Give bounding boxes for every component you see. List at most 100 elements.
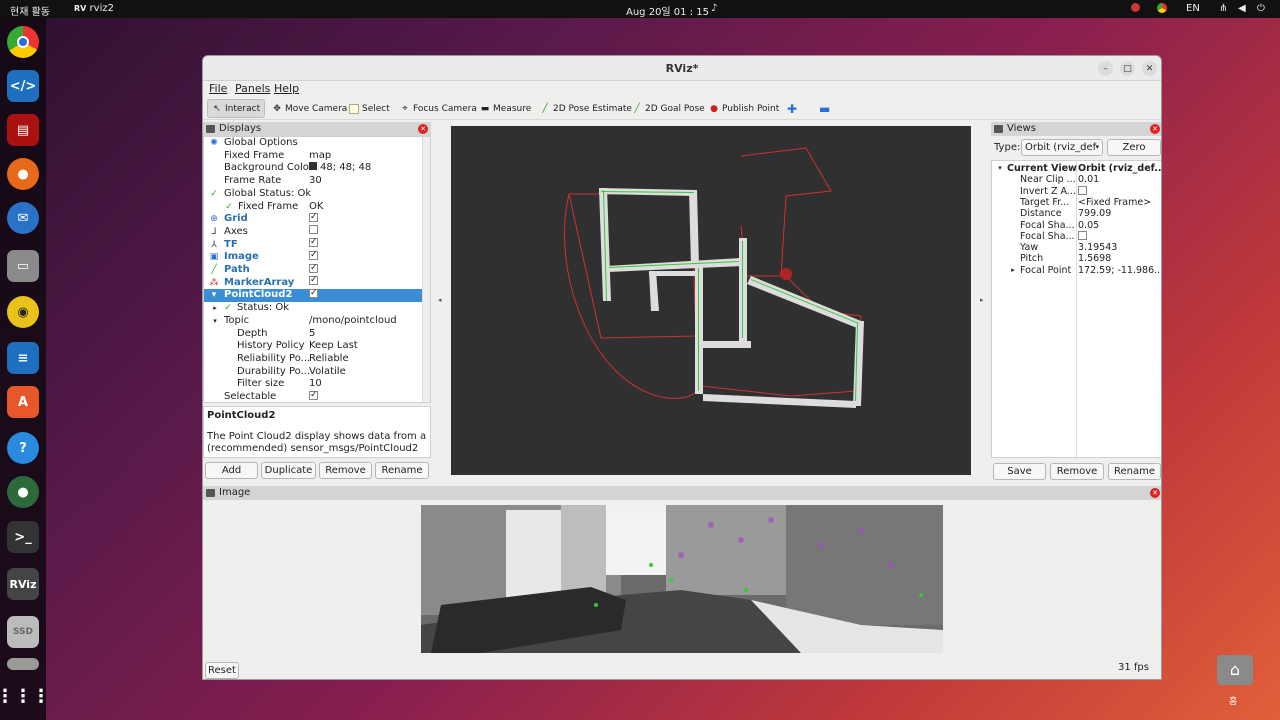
interact-tool[interactable]: ↖ Interact xyxy=(207,99,266,118)
measure-tool[interactable]: ▬ Measure xyxy=(476,99,535,118)
remove-view-button[interactable]: Remove xyxy=(1050,463,1104,480)
chrome-tray-icon[interactable] xyxy=(1157,3,1167,13)
home-folder-icon[interactable]: ⌂ xyxy=(1217,655,1253,685)
clock[interactable]: Aug 20일 01 : 15 xyxy=(626,3,709,18)
grid-checkbox[interactable] xyxy=(309,211,318,223)
record-indicator-icon[interactable] xyxy=(1131,3,1140,12)
views-row[interactable]: ▾ Current View Orbit (rviz_def... xyxy=(992,163,1161,174)
save-view-button[interactable]: Save xyxy=(993,463,1046,480)
reset-button[interactable]: Reset xyxy=(205,662,239,679)
tree-row[interactable]: Reliability Po... Reliable xyxy=(204,353,430,366)
views-row[interactable]: Pitch 1.5698 xyxy=(992,253,1161,264)
views-row[interactable]: Focal Sha... xyxy=(992,230,1161,242)
focus-camera-tool[interactable]: ⌖ Focus Camera xyxy=(396,99,481,118)
collapse-icon[interactable]: ▾ xyxy=(210,315,220,328)
collapse-right-icon[interactable]: ▸ xyxy=(980,296,984,304)
network-icon[interactable]: ⋔ xyxy=(1219,3,1227,14)
title-bar[interactable]: RViz* – □ ✕ xyxy=(203,56,1161,81)
drive-icon[interactable] xyxy=(7,658,39,670)
menu-file[interactable]: File xyxy=(209,82,227,95)
views-row[interactable]: Focal Sha... 0.05 xyxy=(992,220,1161,231)
invert-z-checkbox[interactable] xyxy=(1078,185,1087,195)
power-icon[interactable]: ⏻ xyxy=(1257,3,1265,14)
tree-row[interactable]: ▾ Topic/mono/pointcloud xyxy=(204,315,430,328)
tree-row[interactable]: Frame Rate 30 xyxy=(204,175,430,188)
expand-icon[interactable]: ▸ xyxy=(1008,265,1018,276)
rviz-icon[interactable]: RViz xyxy=(7,568,39,600)
image-checkbox[interactable] xyxy=(309,249,318,261)
publish-point-tool[interactable]: ● Publish Point xyxy=(705,99,783,118)
view-type-select[interactable]: Orbit (rviz_def ▾ xyxy=(1021,139,1103,156)
rhythmbox-icon[interactable]: ◉ xyxy=(7,296,39,328)
active-app-menu[interactable]: RV rviz2 xyxy=(74,3,114,14)
displays-scrollbar[interactable] xyxy=(422,137,430,402)
collapse-left-icon[interactable]: ◂ xyxy=(438,296,442,304)
add-tool-button[interactable]: ✚ xyxy=(783,99,801,118)
show-apps-icon[interactable]: ⋮⋮⋮ xyxy=(0,680,50,712)
expand-icon[interactable]: ▾ xyxy=(209,289,219,302)
views-row[interactable]: Invert Z A... xyxy=(992,185,1161,197)
input-language[interactable]: EN xyxy=(1186,3,1200,14)
axes-checkbox[interactable] xyxy=(309,225,318,235)
zero-button[interactable]: Zero xyxy=(1107,139,1161,156)
tree-row[interactable]: Depth 5 xyxy=(204,328,430,341)
activities-button[interactable]: 현재 활동 xyxy=(10,3,50,18)
help-icon[interactable]: ? xyxy=(7,432,39,464)
red-terminal-icon[interactable]: ▤ xyxy=(7,114,39,146)
thunderbird-icon[interactable]: ✉ xyxy=(7,202,39,234)
views-tree[interactable]: ▾ Current View Orbit (rviz_def... Near Cli… xyxy=(991,160,1161,458)
volume-icon[interactable]: ◀ xyxy=(1238,3,1246,14)
terminal-icon[interactable]: >_ xyxy=(7,521,39,553)
path-checkbox[interactable] xyxy=(309,262,318,274)
tree-row[interactable]: ✓ Global Status: Ok xyxy=(204,188,430,201)
views-row[interactable]: ▸ Focal Point 172.59; -11.986... xyxy=(992,265,1161,276)
tree-row-selected[interactable]: ▾ PointCloud2 xyxy=(204,287,430,303)
tf-checkbox[interactable] xyxy=(309,236,318,249)
displays-tree[interactable]: ✺ Global Options Fixed Frame map Backgroun… xyxy=(203,136,431,403)
tree-row[interactable]: ✺ Global Options xyxy=(204,137,430,150)
views-row[interactable]: Distance 799.09 xyxy=(992,208,1161,219)
views-row[interactable]: Near Clip ... 0.01 xyxy=(992,174,1161,185)
selectable-checkbox[interactable] xyxy=(309,389,318,401)
focal-shape-checkbox[interactable] xyxy=(1078,230,1087,240)
move-camera-tool[interactable]: ✥ Move Camera xyxy=(268,99,351,118)
views-row[interactable]: Yaw 3.19543 xyxy=(992,242,1161,253)
files-icon[interactable]: ▭ xyxy=(7,250,39,282)
close-icon[interactable]: ✕ xyxy=(1142,61,1157,76)
pointcloud2-checkbox[interactable] xyxy=(309,287,318,300)
firefox-icon[interactable]: ● xyxy=(7,158,39,190)
select-tool[interactable]: Select xyxy=(345,99,394,118)
maximize-icon[interactable]: □ xyxy=(1120,61,1135,76)
markerarray-checkbox[interactable] xyxy=(309,274,318,287)
tree-row[interactable]: ▸ ✓ Status: Ok xyxy=(204,302,430,315)
displays-header[interactable]: Displays ✕ xyxy=(203,122,431,136)
rename-view-button[interactable]: Rename xyxy=(1108,463,1161,480)
collapse-icon[interactable]: ▾ xyxy=(995,163,1005,174)
displays-close-icon[interactable]: ✕ xyxy=(418,124,428,134)
views-close-icon[interactable]: ✕ xyxy=(1150,124,1160,134)
add-button[interactable]: Add xyxy=(205,462,258,479)
duplicate-button[interactable]: Duplicate xyxy=(261,462,316,479)
tree-row[interactable]: Selectable xyxy=(204,389,430,402)
tree-row[interactable]: ⊕ Grid xyxy=(204,211,430,226)
render-view[interactable] xyxy=(451,126,971,475)
vscode-icon[interactable]: </> xyxy=(7,70,39,102)
earth-icon[interactable]: ● xyxy=(7,476,39,508)
ssd-icon[interactable]: SSD xyxy=(7,616,39,648)
image-panel-header[interactable]: Image ✕ xyxy=(203,486,1161,500)
minimize-icon[interactable]: – xyxy=(1098,61,1113,76)
goal-pose-tool[interactable]: ╱ 2D Goal Pose xyxy=(628,99,709,118)
tree-row[interactable]: Durability Po... Volatile xyxy=(204,366,430,379)
image-panel-close-icon[interactable]: ✕ xyxy=(1150,488,1160,498)
menu-panels[interactable]: Panels xyxy=(235,82,270,95)
chrome-icon[interactable] xyxy=(7,26,39,58)
tree-row[interactable]: History Policy Keep Last xyxy=(204,340,430,353)
pose-estimate-tool[interactable]: ╱ 2D Pose Estimate xyxy=(536,99,636,118)
rename-button[interactable]: Rename xyxy=(375,462,429,479)
views-row[interactable]: Target Fr... <Fixed Frame> xyxy=(992,197,1161,208)
bell-icon[interactable]: ♪ xyxy=(711,3,717,14)
tree-row[interactable]: Fixed Frame map xyxy=(204,150,430,163)
menu-help[interactable]: Help xyxy=(274,82,299,95)
writer-icon[interactable]: ≡ xyxy=(7,342,39,374)
remove-tool-button[interactable]: ▬ xyxy=(815,99,834,118)
